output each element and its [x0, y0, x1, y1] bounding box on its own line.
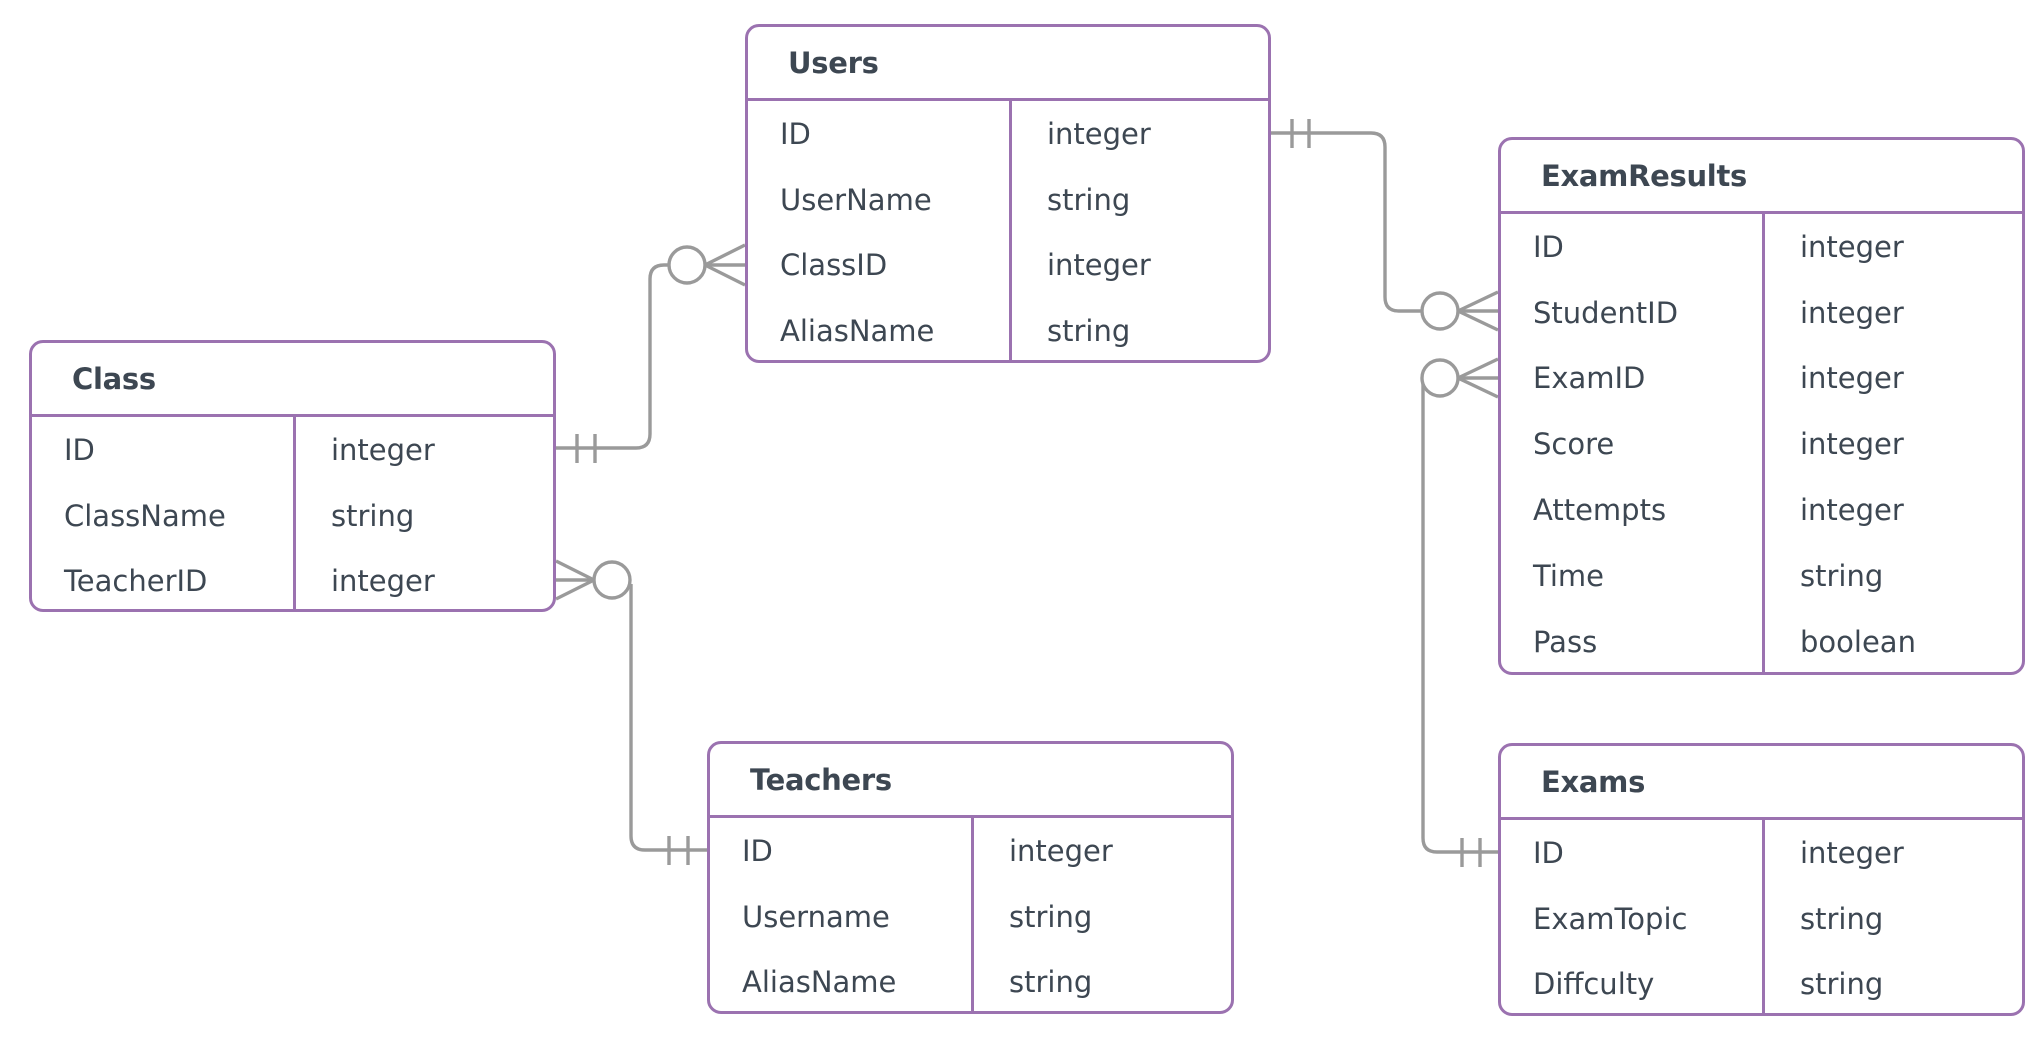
field-name: Pass	[1533, 624, 1598, 659]
field-type: integer	[1009, 833, 1113, 868]
field-type: integer	[1047, 116, 1151, 151]
field-name: StudentID	[1533, 295, 1679, 330]
field-type: string	[1047, 182, 1131, 217]
entity-fields: ID integer Username string AliasName string	[710, 818, 1231, 1011]
field-name: AliasName	[780, 314, 935, 349]
crows-foot-prong	[1457, 376, 1499, 399]
field-type: integer	[1800, 361, 1904, 396]
cardinality-zero-circle	[592, 560, 632, 600]
entity-users[interactable]: Users ID integer UserName string ClassID in…	[745, 24, 1271, 363]
entity-fields: ID integer ExamTopic string Diffculty strin…	[1501, 820, 2022, 1013]
entity-title: Teachers	[750, 762, 892, 797]
field-type: boolean	[1800, 624, 1916, 659]
entity-header: Users	[748, 27, 1268, 101]
field-type: integer	[1800, 835, 1904, 870]
field-name: AliasName	[742, 965, 897, 1000]
field-type: string	[1800, 558, 1884, 593]
entity-exams[interactable]: Exams ID integer ExamTopic string Diffcult…	[1498, 743, 2025, 1016]
crows-foot-prong	[555, 578, 595, 601]
field-row[interactable]: AliasName string	[748, 298, 1268, 360]
entity-header: ExamResults	[1501, 140, 2022, 214]
field-type: string	[1009, 899, 1093, 934]
entity-fields: ID integer StudentID integer ExamID integer…	[1501, 214, 2022, 672]
field-type: integer	[331, 432, 435, 467]
relationship-users-examresults[interactable]	[1271, 119, 1499, 332]
field-name: UserName	[780, 182, 932, 217]
relationship-exams-examresults[interactable]	[1420, 357, 1499, 867]
entity-header: Teachers	[710, 744, 1231, 818]
field-type: integer	[1800, 493, 1904, 528]
field-row[interactable]: UserName string	[748, 167, 1268, 233]
field-name: Time	[1533, 558, 1604, 593]
entity-fields: ID integer ClassName string TeacherID integ…	[32, 417, 553, 609]
column-divider	[971, 818, 975, 1011]
column-divider	[1762, 214, 1766, 672]
field-name: ExamID	[1533, 361, 1646, 396]
field-type: integer	[1047, 248, 1151, 283]
field-type: integer	[1800, 229, 1904, 264]
crows-foot-prong	[704, 263, 746, 287]
field-name: ExamTopic	[1533, 901, 1688, 936]
entity-title: Users	[788, 45, 879, 80]
column-divider	[293, 417, 297, 609]
field-name: ID	[1533, 229, 1564, 264]
column-divider	[1762, 820, 1766, 1013]
connector-line	[629, 584, 707, 852]
field-name: Score	[1533, 427, 1615, 462]
field-row[interactable]: ClassID integer	[748, 233, 1268, 299]
field-name: Diffculty	[1533, 967, 1655, 1002]
field-type: string	[331, 498, 415, 533]
relationship-class-users[interactable]	[556, 243, 746, 463]
cardinality-zero-circle	[1420, 358, 1460, 398]
field-name: TeacherID	[64, 564, 208, 599]
field-type: string	[1009, 965, 1093, 1000]
connector-line	[556, 263, 669, 450]
crows-foot-prong	[1457, 309, 1499, 332]
relationship-teachers-class[interactable]	[555, 559, 707, 865]
field-name: ClassID	[780, 248, 888, 283]
field-name: ID	[780, 116, 811, 151]
entity-teachers[interactable]: Teachers ID integer Username string AliasN…	[707, 741, 1234, 1014]
connector-line	[1421, 384, 1498, 854]
column-divider	[1009, 101, 1013, 360]
field-name: ID	[64, 432, 95, 467]
field-name: Attempts	[1533, 493, 1667, 528]
entity-header: Exams	[1501, 746, 2022, 820]
cardinality-zero-circle	[667, 245, 707, 285]
field-row[interactable]: ID integer	[748, 101, 1268, 167]
entity-title: Exams	[1541, 764, 1646, 799]
entity-examresults[interactable]: ExamResults ID integer StudentID integer E…	[1498, 137, 2025, 675]
field-name: ID	[742, 833, 773, 868]
crows-foot-prong	[555, 559, 595, 582]
field-type: integer	[331, 564, 435, 599]
field-type: integer	[1800, 427, 1904, 462]
field-type: string	[1047, 314, 1131, 349]
field-type: integer	[1800, 295, 1904, 330]
cardinality-zero-circle	[1420, 291, 1460, 331]
crows-foot-prong	[1457, 357, 1499, 380]
entity-title: Class	[72, 361, 156, 396]
field-name: ClassName	[64, 498, 226, 533]
field-type: string	[1800, 967, 1884, 1002]
entity-class[interactable]: Class ID integer ClassName string TeacherI…	[29, 340, 556, 612]
entity-title: ExamResults	[1541, 158, 1747, 193]
entity-fields: ID integer UserName string ClassID integer …	[748, 101, 1268, 360]
field-type: string	[1800, 901, 1884, 936]
crows-foot-prong	[1457, 290, 1499, 313]
field-name: ID	[1533, 835, 1564, 870]
field-name: Username	[742, 899, 890, 934]
entity-header: Class	[32, 343, 553, 417]
connector-line	[1271, 131, 1422, 313]
crows-foot-prong	[704, 243, 746, 267]
